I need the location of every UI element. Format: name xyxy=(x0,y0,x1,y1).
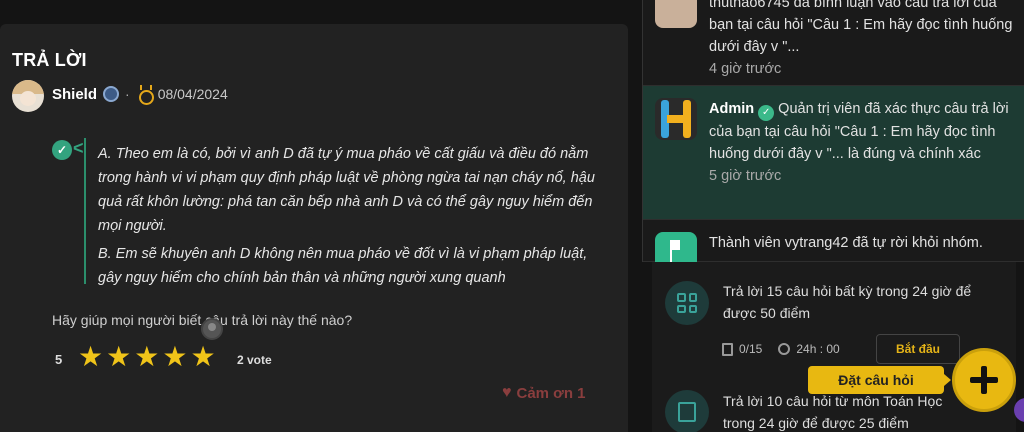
notification-sender: Admin xyxy=(709,101,755,117)
rank-badge-icon xyxy=(103,86,120,102)
ask-question-label[interactable]: Đặt câu hỏi xyxy=(808,366,951,394)
grid-glyph xyxy=(677,293,697,313)
notification-time: 5 giờ trước xyxy=(709,168,782,184)
ask-question-button[interactable] xyxy=(952,348,1016,412)
notification-panel: thuthao6745 đã bình luận vào câu trả lời… xyxy=(642,0,1024,274)
notification-text: Thành viên vytrang42 đã tự rời khỏi nhóm… xyxy=(709,232,1013,254)
chevron-left-icon: < xyxy=(73,138,84,158)
answer-date: 08/04/2024 xyxy=(157,86,228,102)
page: TRẢ LỜI Shield · 08/04/2024 ✓ < A. Theo … xyxy=(0,0,1024,432)
answer-paragraph-a: A. Theo em là có, bởi vì anh D đã tự ý m… xyxy=(98,146,595,234)
answer-divider xyxy=(84,138,86,284)
voter-avatar[interactable] xyxy=(201,318,223,340)
star-icon[interactable]: ★ xyxy=(78,343,103,371)
notification-time: 4 giờ trước xyxy=(709,61,782,77)
logo-right-bar xyxy=(683,100,691,138)
answer-body: A. Theo em là có, bởi vì anh D đã tự ý m… xyxy=(98,142,603,290)
star-icon[interactable]: ★ xyxy=(190,343,215,371)
notification-item[interactable]: Thành viên vytrang42 đã tự rời khỏi nhóm… xyxy=(643,220,1024,274)
separator: · xyxy=(125,86,130,102)
verified-check-icon: ✓ xyxy=(758,105,775,121)
task-progress: 0/15 xyxy=(739,342,763,356)
task-meta: 0/15 24h : 00 xyxy=(722,342,840,356)
thanks-button[interactable]: ♥ Cảm ơn 1 xyxy=(502,384,586,402)
notification-message: Thành viên vytrang42 đã tự rời khỏi nhóm… xyxy=(709,235,983,251)
notification-message: Quản trị viên đã xác thực câu trả lời củ… xyxy=(709,101,1009,162)
rating-value: 5 xyxy=(55,352,63,367)
task-duration: 24h : 00 xyxy=(796,342,840,356)
thanks-label: Cảm ơn 1 xyxy=(516,384,586,402)
author-name[interactable]: Shield xyxy=(52,86,97,103)
section-title: TRẢ LỜI xyxy=(12,50,87,70)
heart-icon: ♥ xyxy=(502,384,512,401)
clock-icon xyxy=(778,343,791,355)
medal-icon xyxy=(136,85,154,105)
flag-icon xyxy=(670,240,680,262)
admin-avatar xyxy=(655,98,697,140)
task-calculator-icon xyxy=(665,390,709,432)
document-icon xyxy=(722,342,733,356)
star-icon[interactable]: ★ xyxy=(134,343,159,371)
star-icon[interactable]: ★ xyxy=(162,343,187,371)
user-avatar xyxy=(655,0,697,28)
task-grid-icon xyxy=(665,281,709,325)
author-row: Shield · 08/04/2024 xyxy=(52,84,228,105)
author-avatar[interactable] xyxy=(12,80,44,112)
notification-text: thuthao6745 đã bình luận vào câu trả lời… xyxy=(709,0,1013,80)
notification-text: Admin ✓ Quản trị viên đã xác thực câu tr… xyxy=(709,98,1013,187)
notification-message: thuthao6745 đã bình luận vào câu trả lời… xyxy=(709,0,1013,55)
notification-item[interactable]: thuthao6745 đã bình luận vào câu trả lời… xyxy=(643,0,1024,86)
vote-count: 2 vote xyxy=(237,353,272,367)
start-task-button[interactable]: Bắt đầu xyxy=(876,334,960,364)
star-rating[interactable]: ★ ★ ★ ★ ★ xyxy=(78,343,216,371)
answer-paragraph-b: B. Em sẽ khuyên anh D không nên mua pháo… xyxy=(98,246,588,286)
plus-icon xyxy=(970,366,998,394)
notification-item[interactable]: Admin ✓ Quản trị viên đã xác thực câu tr… xyxy=(643,86,1024,220)
h-logo-icon xyxy=(659,100,693,138)
avatar-face xyxy=(20,91,36,106)
task-text: Trả lời 10 câu hỏi từ môn Toán Học trong… xyxy=(723,393,943,431)
calculator-glyph xyxy=(678,402,696,422)
star-icon[interactable]: ★ xyxy=(106,343,131,371)
verified-check-icon: ✓ xyxy=(52,140,72,160)
task-text: Trả lời 15 câu hỏi bất kỳ trong 24 giờ đ… xyxy=(723,283,972,321)
